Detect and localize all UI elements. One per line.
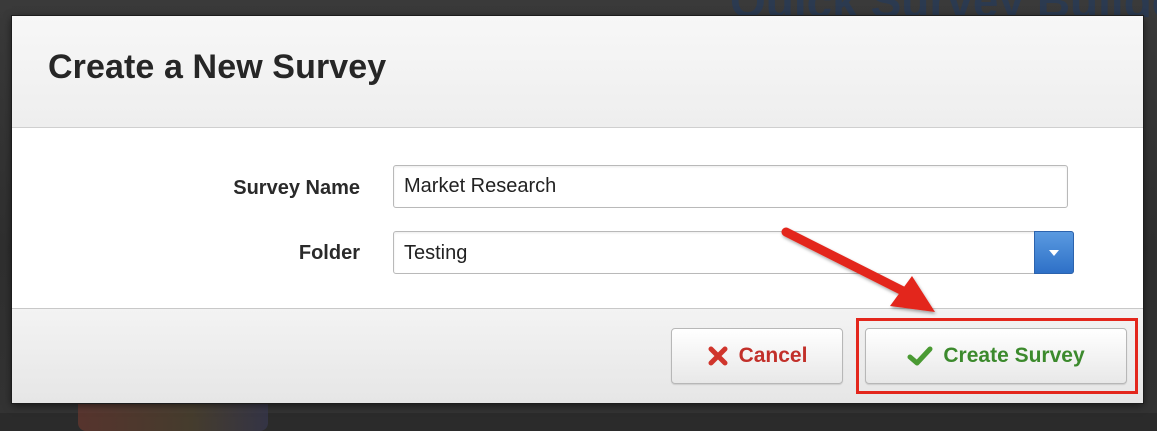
folder-dropdown-toggle[interactable] xyxy=(1034,231,1074,274)
folder-selected-value: Testing xyxy=(404,242,468,264)
x-icon xyxy=(707,345,729,367)
dialog-header: Create a New Survey xyxy=(12,16,1143,128)
checkmark-icon xyxy=(907,345,933,367)
cancel-button[interactable]: Cancel xyxy=(671,328,843,384)
create-survey-button-label: Create Survey xyxy=(943,344,1085,367)
survey-name-label: Survey Name xyxy=(233,177,360,199)
cancel-button-label: Cancel xyxy=(738,344,808,367)
folder-select[interactable]: Testing xyxy=(393,231,1074,274)
dialog-footer: Cancel Create Survey xyxy=(12,308,1143,403)
create-survey-button[interactable]: Create Survey xyxy=(865,328,1127,384)
dialog-body: Survey Name Folder Testing xyxy=(12,128,1143,308)
survey-name-input[interactable] xyxy=(393,165,1068,208)
folder-label: Folder xyxy=(298,242,360,264)
create-survey-dialog: Create a New Survey Survey Name Folder T… xyxy=(12,16,1143,403)
dialog-title: Create a New Survey xyxy=(48,48,387,86)
chevron-down-icon xyxy=(1049,250,1059,256)
